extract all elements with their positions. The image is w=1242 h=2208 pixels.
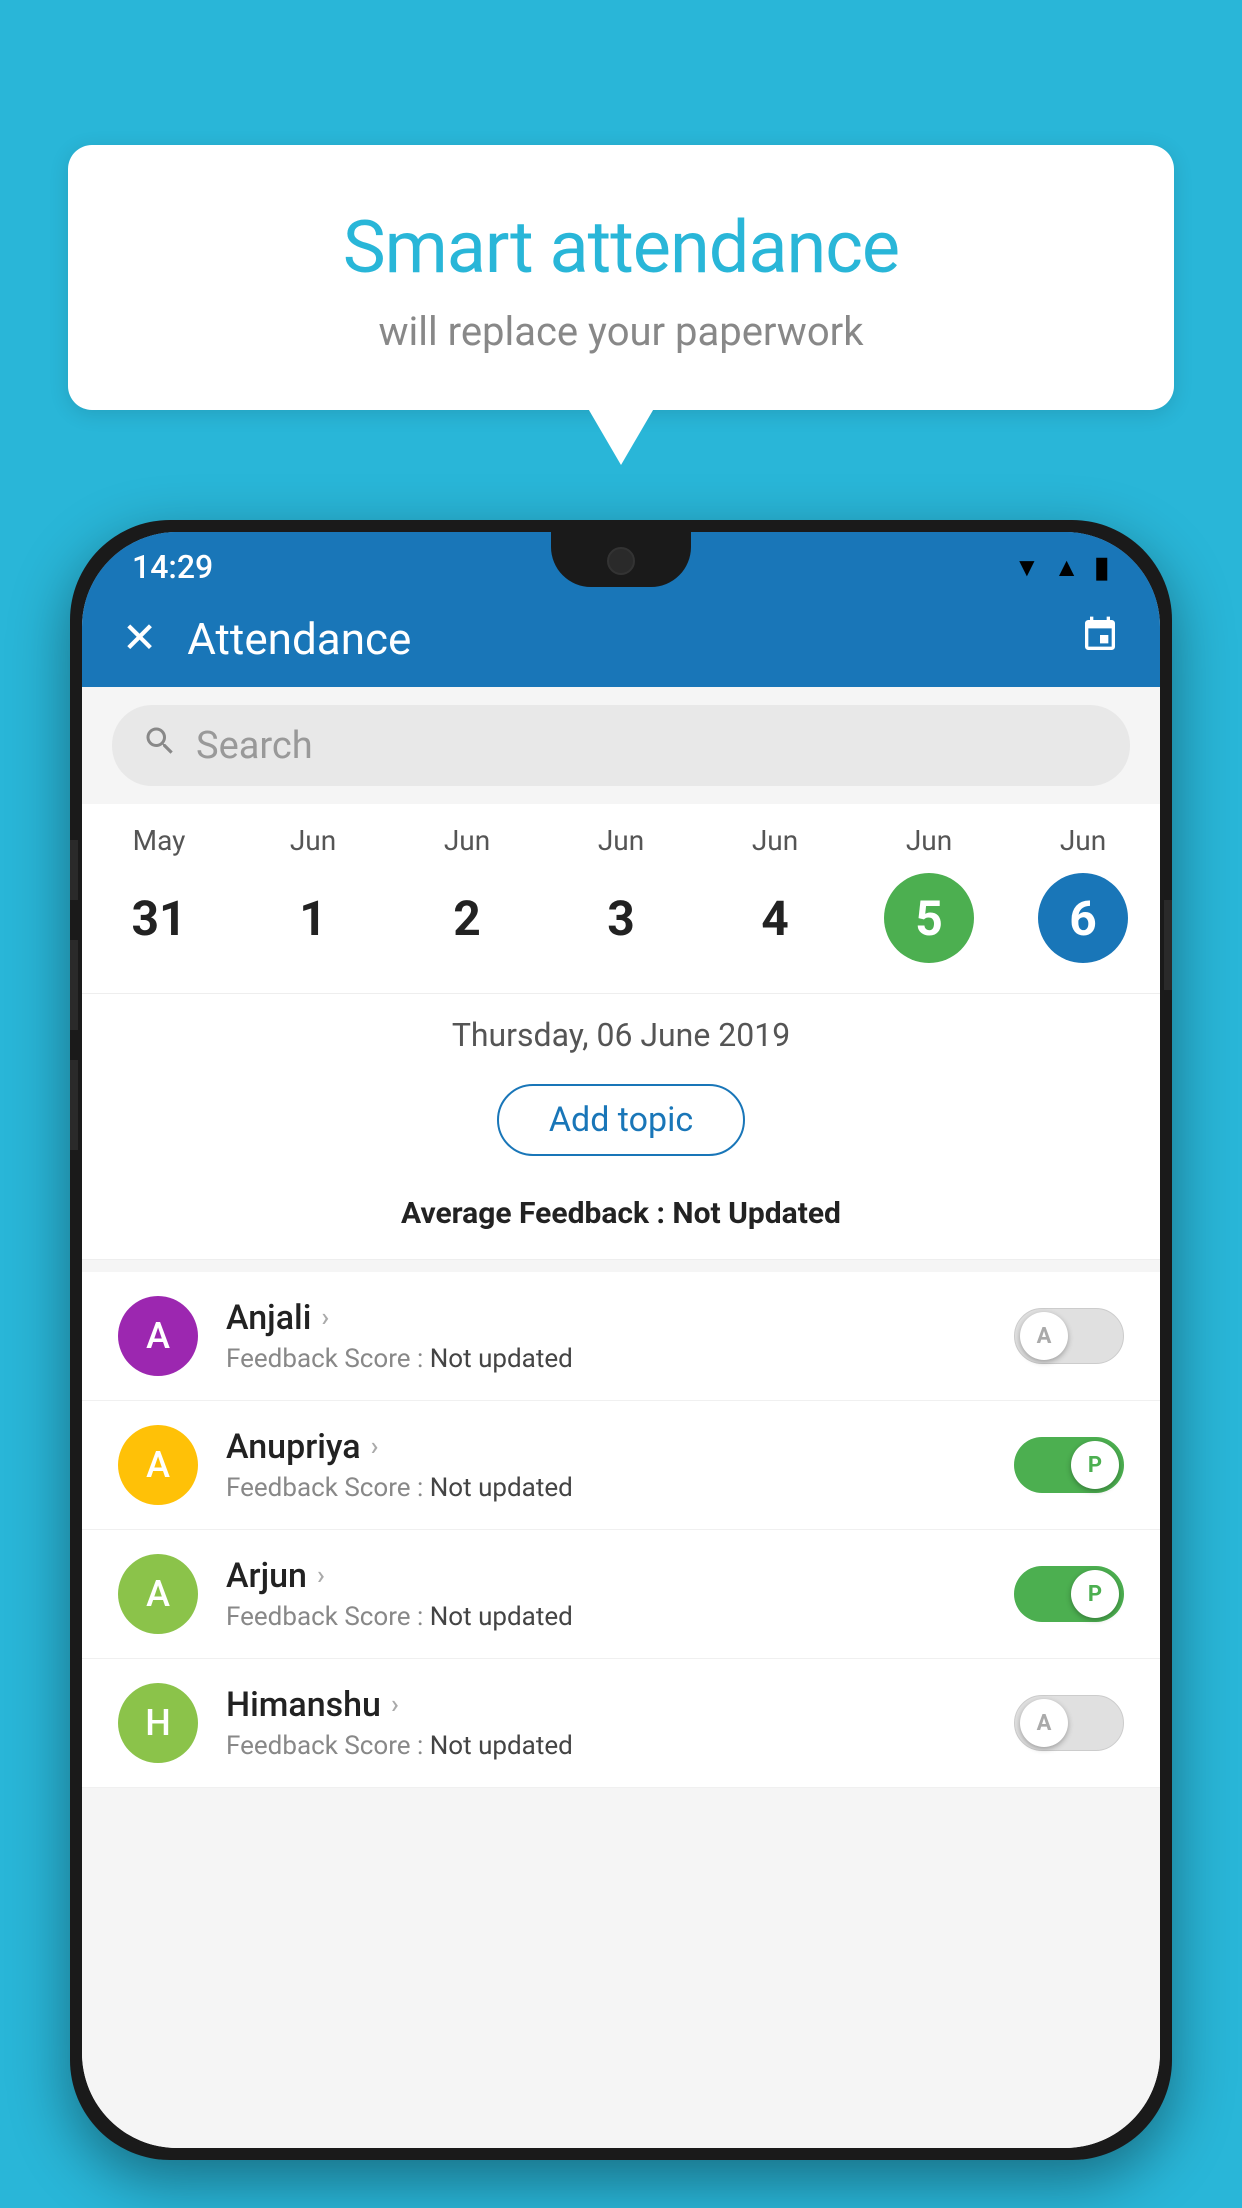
status-time: 14:29	[132, 548, 213, 586]
phone-container: 14:29 ✕ Attendance	[70, 520, 1172, 2208]
student-feedback: Feedback Score : Not updated	[226, 1344, 1014, 1374]
student-avatar: A	[118, 1425, 198, 1505]
chevron-right-icon: ›	[317, 1561, 325, 1591]
student-item[interactable]: A Arjun › Feedback Score : Not updatedP	[82, 1530, 1160, 1659]
search-icon	[142, 723, 178, 768]
signal-icon	[1054, 552, 1080, 583]
avg-feedback-label: Average Feedback :	[401, 1196, 672, 1231]
calendar-day[interactable]: Jun5	[884, 824, 974, 963]
status-icons	[1014, 550, 1110, 585]
calendar-day[interactable]: Jun4	[730, 824, 820, 963]
speech-bubble: Smart attendance will replace your paper…	[68, 145, 1174, 410]
student-info: Anjali › Feedback Score : Not updated	[226, 1298, 1014, 1374]
calendar-day[interactable]: May31	[114, 824, 204, 963]
power-button	[1164, 900, 1172, 990]
bubble-subtitle: will replace your paperwork	[118, 308, 1124, 355]
app-bar-title: Attendance	[187, 613, 1080, 665]
student-avatar: A	[118, 1296, 198, 1376]
student-info: Anupriya › Feedback Score : Not updated	[226, 1427, 1014, 1503]
search-placeholder: Search	[196, 724, 313, 768]
battery-icon	[1093, 550, 1110, 585]
calendar-day[interactable]: Jun2	[422, 824, 512, 963]
speech-bubble-container: Smart attendance will replace your paper…	[68, 145, 1174, 410]
selected-date-label: Thursday, 06 June 2019	[82, 993, 1160, 1070]
notch	[551, 532, 691, 587]
attendance-toggle[interactable]: A	[1014, 1695, 1124, 1751]
volume-up-button	[70, 940, 78, 1030]
student-feedback: Feedback Score : Not updated	[226, 1731, 1014, 1761]
phone-frame: 14:29 ✕ Attendance	[70, 520, 1172, 2160]
wifi-icon	[1014, 552, 1040, 583]
add-topic-container: Add topic	[82, 1070, 1160, 1186]
bubble-title: Smart attendance	[118, 205, 1124, 290]
average-feedback: Average Feedback : Not Updated	[82, 1186, 1160, 1260]
student-feedback: Feedback Score : Not updated	[226, 1602, 1014, 1632]
silent-button	[70, 840, 78, 900]
add-topic-button[interactable]: Add topic	[497, 1084, 745, 1156]
attendance-toggle[interactable]: P	[1014, 1437, 1124, 1493]
chevron-right-icon: ›	[371, 1432, 379, 1462]
close-button[interactable]: ✕	[122, 613, 157, 665]
student-item[interactable]: AAnjali ›Feedback Score : Not updatedA	[82, 1272, 1160, 1401]
calendar-day[interactable]: Jun3	[576, 824, 666, 963]
volume-down-button	[70, 1060, 78, 1150]
student-avatar: H	[118, 1683, 198, 1763]
chevron-right-icon: ›	[391, 1690, 399, 1720]
calendar-strip: May31 Jun1 Jun2 Jun3 Jun4 Jun5 Jun6	[82, 804, 1160, 993]
attendance-toggle[interactable]: A	[1014, 1308, 1124, 1364]
student-avatar: A	[118, 1554, 198, 1634]
search-bar[interactable]: Search	[112, 705, 1130, 786]
student-item[interactable]: H Himanshu › Feedback Score : Not updatedA	[82, 1659, 1160, 1788]
calendar-day[interactable]: Jun6	[1038, 824, 1128, 963]
student-name: Himanshu ›	[226, 1685, 1014, 1725]
attendance-toggle[interactable]: P	[1014, 1566, 1124, 1622]
student-name: Arjun ›	[226, 1556, 1014, 1596]
calendar-icon[interactable]	[1080, 615, 1120, 665]
student-info: Arjun › Feedback Score : Not updated	[226, 1556, 1014, 1632]
phone-screen: 14:29 ✕ Attendance	[82, 532, 1160, 2148]
student-feedback: Feedback Score : Not updated	[226, 1473, 1014, 1503]
student-name: Anjali ›	[226, 1298, 1014, 1338]
student-name: Anupriya ›	[226, 1427, 1014, 1467]
student-info: Himanshu › Feedback Score : Not updated	[226, 1685, 1014, 1761]
content-area: Search May31 Jun1 Jun2 Jun3 Jun4 Jun5 Jun6 Thu…	[82, 687, 1160, 2148]
chevron-right-icon: ›	[321, 1303, 329, 1333]
student-list: AAnjali ›Feedback Score : Not updatedAAA…	[82, 1272, 1160, 1788]
student-item[interactable]: A Anupriya › Feedback Score : Not updatedP	[82, 1401, 1160, 1530]
calendar-day[interactable]: Jun1	[268, 824, 358, 963]
avg-feedback-value: Not Updated	[672, 1196, 841, 1231]
front-camera	[607, 547, 635, 575]
